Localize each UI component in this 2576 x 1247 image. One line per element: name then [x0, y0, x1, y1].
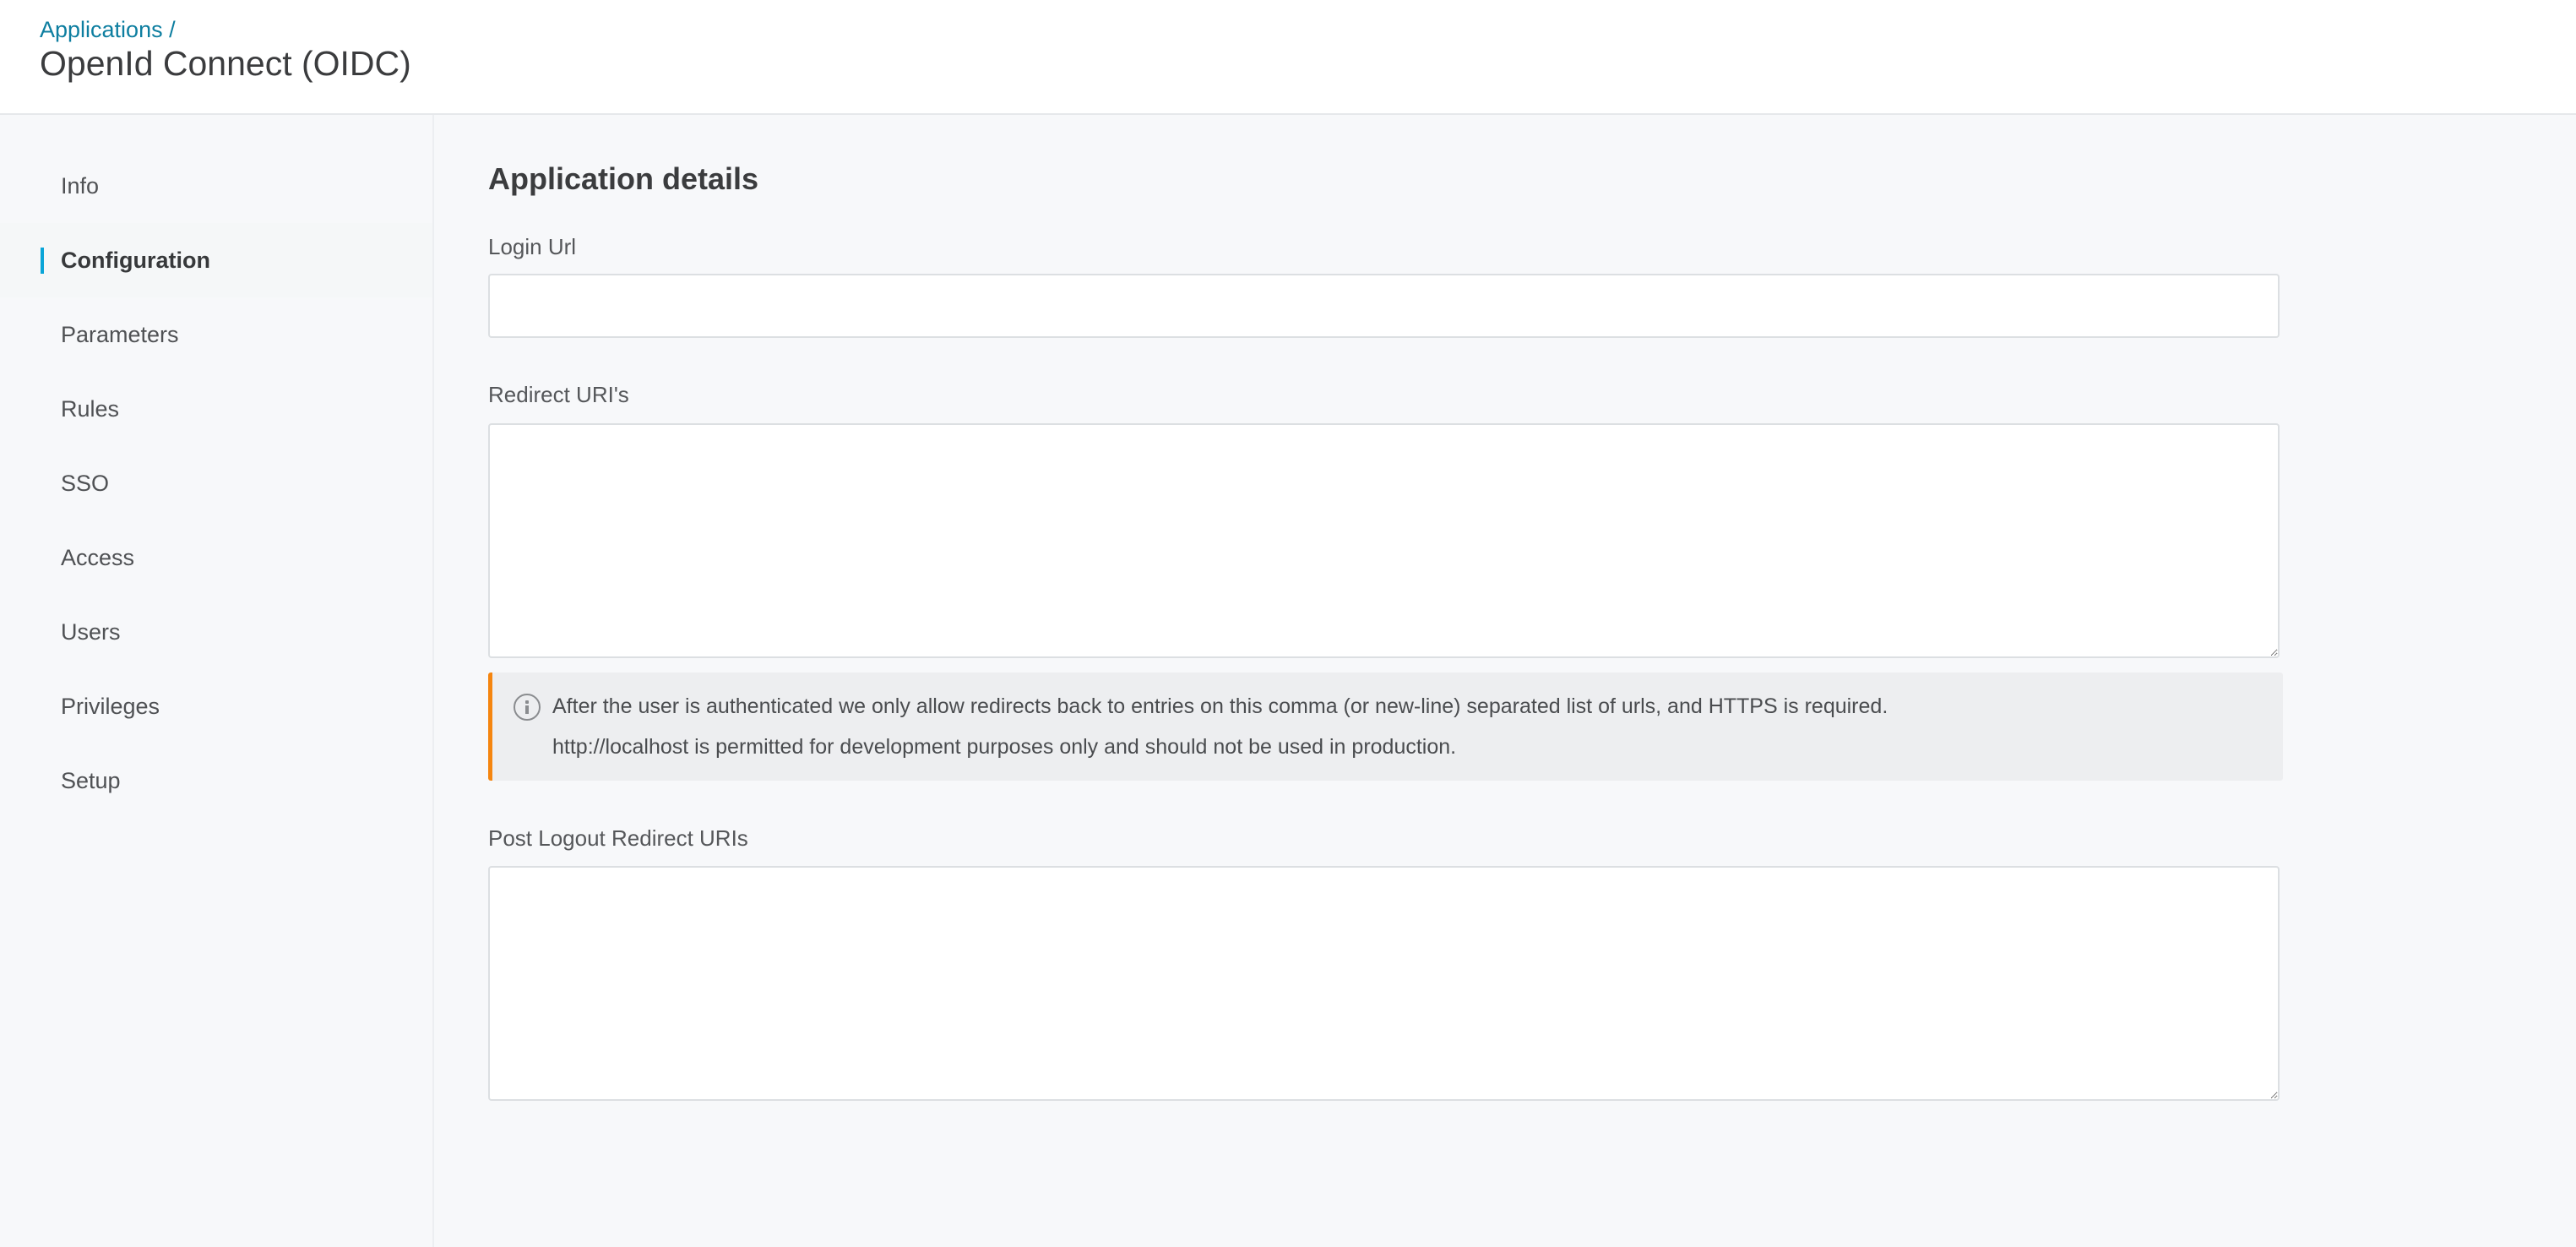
- info-circle-icon: [514, 694, 541, 721]
- sidebar-item-label: Users: [61, 619, 121, 645]
- section-title: Application details: [488, 161, 759, 196]
- post-logout-redirect-uris-label: Post Logout Redirect URIs: [488, 825, 748, 851]
- sidebar-item-parameters[interactable]: Parameters: [0, 297, 432, 372]
- info-note-line-2: http://localhost is permitted for develo…: [552, 735, 1457, 759]
- sidebar-item-privileges[interactable]: Privileges: [0, 669, 432, 743]
- sidebar-item-label: Access: [61, 545, 135, 570]
- sidebar-item-label: Parameters: [61, 322, 179, 347]
- active-indicator: [41, 248, 44, 274]
- sidebar-item-label: Privileges: [61, 694, 160, 719]
- page-title: OpenId Connect (OIDC): [40, 44, 411, 83]
- breadcrumb-applications[interactable]: Applications /: [40, 17, 176, 42]
- redirect-info-note: After the user is authenticated we only …: [488, 673, 2283, 781]
- sidebar-item-label: Setup: [61, 768, 121, 793]
- sidebar-item-label: Rules: [61, 396, 120, 422]
- page-header: Applications / OpenId Connect (OIDC): [0, 0, 2576, 115]
- sidebar-item-sso[interactable]: SSO: [0, 446, 432, 520]
- sidebar-item-setup[interactable]: Setup: [0, 743, 432, 818]
- sidebar-item-access[interactable]: Access: [0, 520, 432, 595]
- sidebar-item-label: SSO: [61, 471, 110, 496]
- sidebar-item-rules[interactable]: Rules: [0, 372, 432, 446]
- sidebar-item-users[interactable]: Users: [0, 595, 432, 669]
- sidebar-item-info[interactable]: Info: [0, 149, 432, 223]
- sidebar-item-label: Configuration: [61, 248, 210, 273]
- sidebar-item-label: Info: [61, 173, 100, 199]
- info-note-text: After the user is authenticated we only …: [552, 686, 1888, 767]
- login-url-input[interactable]: [488, 274, 2280, 338]
- main-content: Application details Login Url Redirect U…: [434, 115, 2576, 1247]
- login-url-label: Login Url: [488, 234, 577, 259]
- sidebar-item-configuration[interactable]: Configuration: [0, 223, 432, 297]
- sidebar-nav: Info Configuration Parameters Rules SSO …: [0, 115, 434, 1247]
- post-logout-redirect-uris-textarea[interactable]: [488, 866, 2280, 1101]
- info-note-line-1: After the user is authenticated we only …: [552, 694, 1889, 718]
- redirect-uris-textarea[interactable]: [488, 423, 2280, 658]
- redirect-uris-label: Redirect URI's: [488, 382, 629, 407]
